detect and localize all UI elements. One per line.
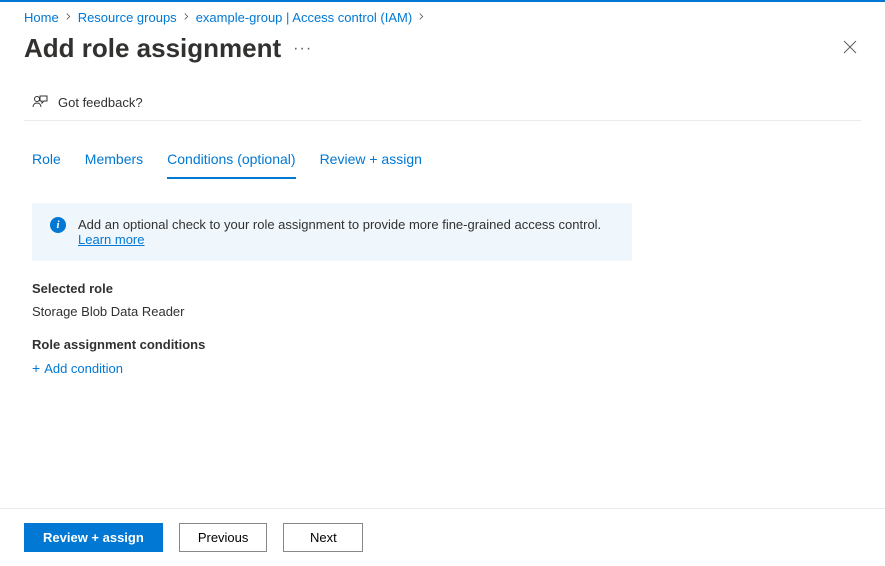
feedback-label: Got feedback? (58, 95, 143, 110)
conditions-label: Role assignment conditions (32, 337, 853, 352)
feedback-link[interactable]: Got feedback? (0, 64, 885, 120)
tab-role[interactable]: Role (32, 141, 61, 179)
selected-role-section: Selected role Storage Blob Data Reader R… (0, 261, 885, 376)
review-assign-button[interactable]: Review + assign (24, 523, 163, 552)
feedback-icon (32, 94, 48, 110)
chevron-right-icon (418, 12, 425, 23)
learn-more-link[interactable]: Learn more (78, 232, 144, 247)
breadcrumb: Home Resource groups example-group | Acc… (0, 2, 885, 29)
page-header: Add role assignment ··· (0, 29, 885, 64)
breadcrumb-home[interactable]: Home (24, 10, 59, 25)
selected-role-label: Selected role (32, 281, 853, 296)
tab-members[interactable]: Members (85, 141, 143, 179)
info-text: Add an optional check to your role assig… (78, 217, 614, 247)
add-condition-label: Add condition (44, 361, 123, 376)
footer: Review + assign Previous Next (0, 508, 885, 566)
selected-role-value: Storage Blob Data Reader (32, 304, 853, 319)
divider (24, 120, 861, 121)
next-button[interactable]: Next (283, 523, 363, 552)
info-icon: i (50, 217, 66, 233)
breadcrumb-resource-groups[interactable]: Resource groups (78, 10, 177, 25)
breadcrumb-group[interactable]: example-group | Access control (IAM) (196, 10, 413, 25)
tab-review[interactable]: Review + assign (320, 141, 422, 179)
page-title: Add role assignment (24, 33, 281, 64)
close-icon (843, 40, 857, 54)
info-box: i Add an optional check to your role ass… (32, 203, 632, 261)
chevron-right-icon (183, 12, 190, 23)
tabs: Role Members Conditions (optional) Revie… (0, 141, 885, 179)
tab-conditions[interactable]: Conditions (optional) (167, 141, 295, 179)
plus-icon: + (32, 360, 40, 376)
add-condition-button[interactable]: + Add condition (32, 360, 853, 376)
chevron-right-icon (65, 12, 72, 23)
close-button[interactable] (839, 36, 861, 61)
more-icon[interactable]: ··· (293, 40, 312, 58)
previous-button[interactable]: Previous (179, 523, 268, 552)
